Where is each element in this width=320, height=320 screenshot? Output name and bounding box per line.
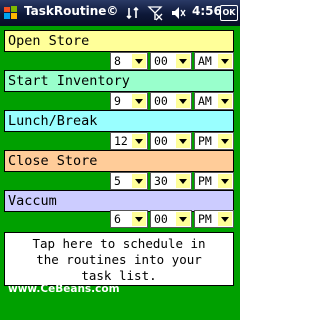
ampm-select[interactable]: AM bbox=[194, 92, 234, 110]
windows-start-icon[interactable] bbox=[3, 5, 19, 21]
minute-select[interactable]: 30 bbox=[150, 172, 192, 190]
dropdown-arrow-icon[interactable] bbox=[132, 174, 146, 188]
task-name-start-inventory[interactable]: Start Inventory bbox=[4, 70, 234, 92]
website-link[interactable]: www.CeBeans.com bbox=[8, 283, 120, 295]
hour-value: 9 bbox=[114, 94, 121, 108]
dropdown-arrow-icon[interactable] bbox=[176, 94, 190, 108]
clock[interactable]: 4:56 bbox=[192, 4, 222, 18]
volume-icon[interactable] bbox=[170, 5, 186, 21]
minute-select[interactable]: 00 bbox=[150, 92, 192, 110]
dropdown-arrow-icon[interactable] bbox=[218, 134, 232, 148]
minute-value: 00 bbox=[154, 134, 168, 148]
schedule-text-line: Tap here to schedule in bbox=[32, 236, 206, 251]
task-name-lunch-break[interactable]: Lunch/Break bbox=[4, 110, 234, 132]
task-name-close-store[interactable]: Close Store bbox=[4, 150, 234, 172]
dropdown-arrow-icon[interactable] bbox=[176, 212, 190, 226]
ampm-value: PM bbox=[198, 134, 212, 148]
hour-select[interactable]: 9 bbox=[110, 92, 148, 110]
dropdown-arrow-icon[interactable] bbox=[218, 54, 232, 68]
task-name-vaccum[interactable]: Vaccum bbox=[4, 190, 234, 212]
hour-value: 12 bbox=[114, 134, 128, 148]
dropdown-arrow-icon[interactable] bbox=[132, 134, 146, 148]
minute-value: 00 bbox=[154, 94, 168, 108]
minute-select[interactable]: 00 bbox=[150, 132, 192, 150]
ampm-select[interactable]: AM bbox=[194, 52, 234, 70]
dropdown-arrow-icon[interactable] bbox=[218, 212, 232, 226]
ampm-select[interactable]: PM bbox=[194, 132, 234, 150]
hour-select[interactable]: 8 bbox=[110, 52, 148, 70]
hour-select[interactable]: 6 bbox=[110, 210, 148, 228]
task-list-area: Open Store 8 00 AM Start Inventory 9 00 … bbox=[0, 26, 240, 320]
dropdown-arrow-icon[interactable] bbox=[218, 174, 232, 188]
ampm-value: AM bbox=[198, 54, 212, 68]
app-title: TaskRoutine© bbox=[24, 4, 119, 18]
dropdown-arrow-icon[interactable] bbox=[176, 174, 190, 188]
minute-select[interactable]: 00 bbox=[150, 52, 192, 70]
minute-value: 30 bbox=[154, 174, 168, 188]
ok-button[interactable]: OK bbox=[220, 5, 238, 21]
hour-value: 6 bbox=[114, 212, 121, 226]
ampm-value: AM bbox=[198, 94, 212, 108]
hour-select[interactable]: 5 bbox=[110, 172, 148, 190]
hour-value: 8 bbox=[114, 54, 121, 68]
status-bar: TaskRoutine© 4:56 OK bbox=[0, 0, 240, 26]
hour-select[interactable]: 12 bbox=[110, 132, 148, 150]
dropdown-arrow-icon[interactable] bbox=[132, 212, 146, 226]
dropdown-arrow-icon[interactable] bbox=[176, 54, 190, 68]
connectivity-icon[interactable] bbox=[125, 5, 141, 21]
schedule-tasks-button[interactable]: Tap here to schedule in the routines int… bbox=[4, 232, 234, 286]
signal-icon[interactable] bbox=[147, 5, 163, 21]
minute-value: 00 bbox=[154, 54, 168, 68]
minute-select[interactable]: 00 bbox=[150, 210, 192, 228]
ampm-value: PM bbox=[198, 212, 212, 226]
dropdown-arrow-icon[interactable] bbox=[218, 94, 232, 108]
hour-value: 5 bbox=[114, 174, 121, 188]
ampm-select[interactable]: PM bbox=[194, 172, 234, 190]
ampm-select[interactable]: PM bbox=[194, 210, 234, 228]
schedule-text-line: task list. bbox=[81, 268, 157, 283]
task-name-open-store[interactable]: Open Store bbox=[4, 30, 234, 52]
minute-value: 00 bbox=[154, 212, 168, 226]
dropdown-arrow-icon[interactable] bbox=[132, 94, 146, 108]
dropdown-arrow-icon[interactable] bbox=[176, 134, 190, 148]
dropdown-arrow-icon[interactable] bbox=[132, 54, 146, 68]
schedule-text-line: the routines into your bbox=[36, 252, 202, 267]
ampm-value: PM bbox=[198, 174, 212, 188]
